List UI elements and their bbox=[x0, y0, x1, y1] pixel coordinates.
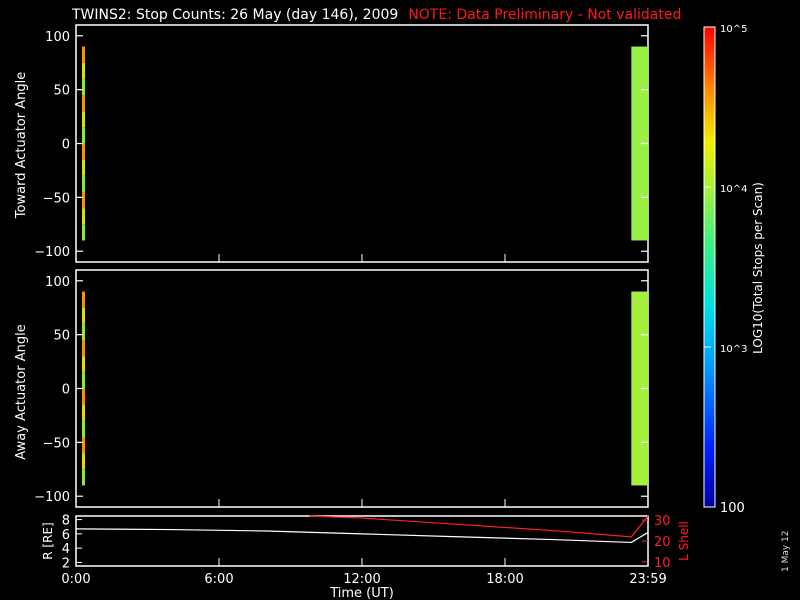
title-text: TWINS2: Stop Counts: 26 May (day 146), 2… bbox=[72, 7, 399, 23]
xtick-label-4: 23:59 bbox=[629, 572, 666, 587]
top-ytick-label--100: −100 bbox=[34, 245, 70, 260]
bottom-right-label: L Shell bbox=[677, 521, 691, 561]
top-start-strip-3 bbox=[82, 95, 85, 112]
top-ytick-label-0: 0 bbox=[62, 138, 70, 153]
colorbar-label: LOG10(Total Stops per Scan) bbox=[751, 182, 765, 354]
top-start-strip-9 bbox=[82, 191, 85, 209]
colorbar-tick-label-0: 100 bbox=[720, 501, 745, 516]
middle-start-strip-0 bbox=[82, 291, 85, 308]
colorbar-tick-label-3: 10^5 bbox=[720, 24, 747, 35]
top-y-axis: −100 −50 0 50 100 bbox=[34, 30, 648, 260]
top-start-strip-11 bbox=[82, 224, 85, 241]
middle-ytick-label-0: 0 bbox=[62, 383, 70, 398]
middle-start-strip-1 bbox=[82, 307, 85, 324]
middle-start-strip-6 bbox=[82, 388, 85, 405]
bottom-left-label: R [RE] bbox=[41, 522, 55, 559]
top-start-strip-7 bbox=[82, 159, 85, 176]
bottom-ytick-right-label-20: 20 bbox=[654, 535, 671, 550]
colorbar-tick-label-2: 10^4 bbox=[720, 184, 747, 195]
middle-start-strip-9 bbox=[82, 436, 85, 454]
middle-start-strip-11 bbox=[82, 469, 85, 486]
top-start-strip-6 bbox=[82, 143, 85, 160]
top-start-strip-1 bbox=[82, 62, 85, 79]
middle-start-strip-4 bbox=[82, 356, 85, 373]
middle-y-label: Away Actuator Angle bbox=[14, 324, 29, 459]
top-start-strip-10 bbox=[82, 208, 85, 225]
top-heatmap bbox=[82, 46, 648, 241]
bottom-ytick-left-label-6: 6 bbox=[62, 528, 70, 543]
top-start-strip-8 bbox=[82, 175, 85, 192]
colorbar bbox=[703, 26, 716, 508]
middle-ytick-label--100: −100 bbox=[34, 490, 70, 505]
middle-start-strip-5 bbox=[82, 372, 85, 389]
middle-y-axis: −100 −50 0 50 100 bbox=[34, 275, 648, 505]
top-y-label: Toward Actuator Angle bbox=[14, 72, 29, 219]
bottom-ytick-left-label-2: 2 bbox=[62, 556, 70, 571]
top-ytick-label-50: 50 bbox=[53, 84, 70, 99]
middle-start-strip-10 bbox=[82, 453, 85, 470]
top-start-strip-0 bbox=[82, 46, 85, 63]
top-ytick-label-100: 100 bbox=[45, 30, 70, 45]
middle-start-strip-7 bbox=[82, 404, 85, 421]
chart-title: TWINS2: Stop Counts: 26 May (day 146), 2… bbox=[72, 7, 681, 23]
figure: −100 −50 0 50 100 −100 −50 0 50 100 2468 10 20 30 0… bbox=[14, 24, 765, 600]
bottom-ytick-left-label-4: 4 bbox=[62, 542, 70, 557]
middle-panel-frame bbox=[75, 269, 649, 508]
bottom-ytick-left-label-8: 8 bbox=[62, 514, 70, 529]
xtick-label-1: 6:00 bbox=[204, 572, 233, 587]
xtick-label-3: 18:00 bbox=[486, 572, 523, 587]
date-stamp: 1 May 12 bbox=[781, 530, 791, 572]
middle-ytick-label-100: 100 bbox=[45, 275, 70, 290]
x-ticks: 0:00 6:00 12:00 18:00 23:59 bbox=[61, 254, 667, 587]
top-panel-frame bbox=[75, 24, 649, 263]
middle-ytick-label--50: −50 bbox=[43, 436, 70, 451]
middle-start-strip-3 bbox=[82, 340, 85, 357]
middle-start-strip-8 bbox=[82, 420, 85, 437]
top-start-strip-5 bbox=[82, 127, 85, 144]
xtick-label-0: 0:00 bbox=[61, 572, 90, 587]
top-start-strip-2 bbox=[82, 78, 85, 96]
middle-ytick-label-50: 50 bbox=[53, 329, 70, 344]
top-ytick-label--50: −50 bbox=[43, 191, 70, 206]
colorbar-tick-label-1: 10^3 bbox=[720, 344, 747, 355]
top-start-strip-4 bbox=[82, 111, 85, 128]
bottom-ytick-right-label-10: 10 bbox=[654, 556, 671, 571]
bottom-lines bbox=[75, 515, 649, 544]
middle-heatmap bbox=[82, 291, 648, 486]
middle-start-strip-2 bbox=[82, 323, 85, 341]
bottom-ytick-right-label-30: 30 bbox=[654, 514, 671, 529]
xtick-label-2: 12:00 bbox=[343, 572, 380, 587]
preliminary-note: NOTE: Data Preliminary - Not validated bbox=[408, 7, 682, 23]
bottom-axes: 2468 10 20 30 bbox=[62, 514, 671, 572]
x-axis-label: Time (UT) bbox=[329, 586, 394, 600]
